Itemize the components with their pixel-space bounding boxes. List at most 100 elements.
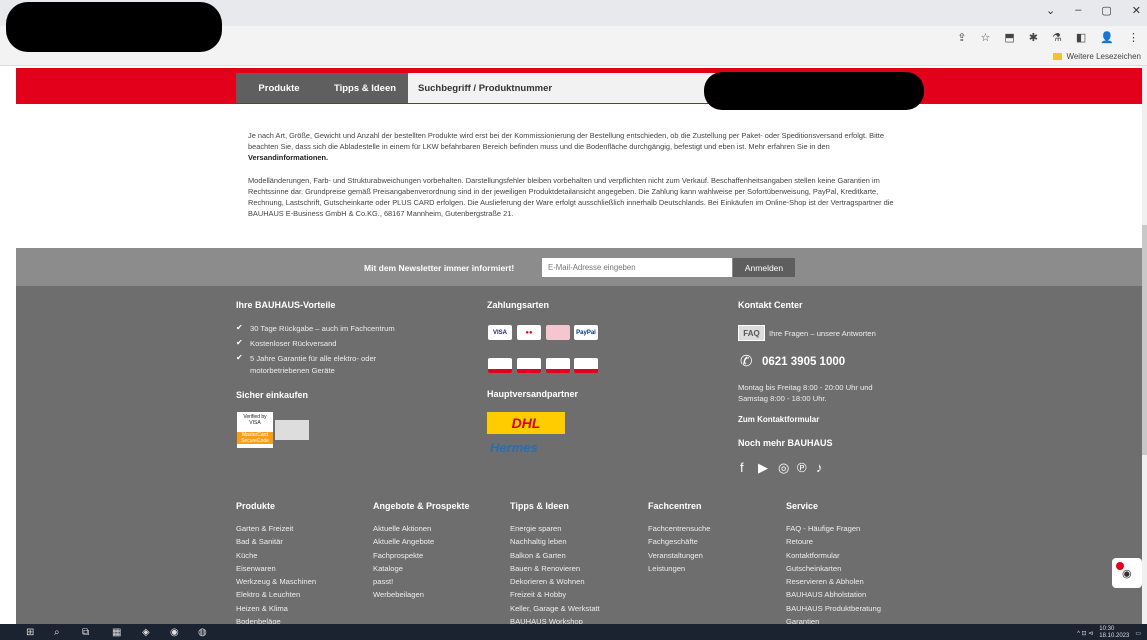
footer-link[interactable]: Freizeit & Hobby <box>510 588 600 601</box>
legal-info: Modelländerungen, Farb- und Strukturabwe… <box>248 176 894 218</box>
footer-link[interactable]: Aktuelle Aktionen <box>373 522 434 535</box>
mastercard-icon: ●● <box>517 325 541 340</box>
footer-link[interactable]: Kataloge <box>373 562 434 575</box>
shipping-info-text: Je nach Art, Größe, Gewicht und Anzahl d… <box>248 131 884 151</box>
footer-link[interactable]: Eisenwaren <box>236 562 316 575</box>
minimize-button[interactable]: – <box>1075 4 1081 17</box>
app-icon[interactable]: ◈ <box>142 627 150 638</box>
footer-link[interactable]: Bad & Sanitär <box>236 535 316 548</box>
tab-search-icon[interactable]: ⌄ <box>1046 4 1055 17</box>
close-button[interactable]: ✕ <box>1132 4 1141 17</box>
maximize-button[interactable]: ▢ <box>1101 4 1111 17</box>
faq-badge[interactable]: FAQ <box>738 325 765 341</box>
footer-link[interactable]: Fachprospekte <box>373 549 434 562</box>
tab-produkte[interactable]: Produkte <box>236 73 322 103</box>
footer-link[interactable]: Garten & Freizeit <box>236 522 316 535</box>
other-bookmarks[interactable]: Weitere Lesezeichen <box>1053 52 1141 61</box>
tiktok-icon[interactable]: ♪ <box>816 460 823 475</box>
menu-icon[interactable]: ⋮ <box>1128 31 1139 44</box>
eye-icon: ◉ <box>1122 568 1132 580</box>
secure-title: Sicher einkaufen <box>236 390 309 400</box>
start-icon[interactable]: ⊞ <box>26 627 34 638</box>
footer-link[interactable]: passt! <box>373 575 434 588</box>
col-list-produkte: Garten & Freizeit Bad & Sanitär Küche Ei… <box>236 522 316 628</box>
clock-date: 18.10.2023 <box>1099 633 1130 639</box>
col-title-service: Service <box>786 501 819 511</box>
footer-link[interactable]: Veranstaltungen <box>648 549 710 562</box>
clock[interactable]: 10:30 18.10.2023 <box>1099 626 1129 640</box>
shipping-info-link[interactable]: Versandinformationen. <box>248 153 328 162</box>
footer-link[interactable]: Heizen & Klima <box>236 602 316 615</box>
footer-link[interactable]: Retoure <box>786 535 881 548</box>
puzzle-icon[interactable]: ✱ <box>1029 31 1038 44</box>
file-explorer-icon[interactable]: ▦ <box>112 627 121 638</box>
footer-link[interactable]: Gutscheinkarten <box>786 562 881 575</box>
newsletter-submit-button[interactable]: Anmelden <box>733 258 795 277</box>
footer-link[interactable]: Werkzeug & Maschinen <box>236 575 316 588</box>
footer-link[interactable]: Keller, Garage & Werkstatt <box>510 602 600 615</box>
footer-link[interactable]: Leistungen <box>648 562 710 575</box>
footer-link[interactable]: Aktuelle Angebote <box>373 535 434 548</box>
pinterest-icon[interactable]: ℗ <box>797 460 807 475</box>
footer-link[interactable]: Fachcentrensuche <box>648 522 710 535</box>
col-list-tipps: Energie sparen Nachhaltig leben Balkon &… <box>510 522 600 628</box>
youtube-icon[interactable]: ▶ <box>758 460 768 476</box>
footer-link[interactable]: Dekorieren & Wohnen <box>510 575 600 588</box>
col-list-angebote: Aktuelle Aktionen Aktuelle Angebote Fach… <box>373 522 434 602</box>
extension-icon[interactable]: ⬒ <box>1004 31 1014 44</box>
system-tray: ^ ⊡ ⊲ 10:30 18.10.2023 ▭ <box>1077 626 1141 640</box>
footer-link[interactable]: Küche <box>236 549 316 562</box>
search-icon[interactable]: ⌕ <box>54 627 60 638</box>
screen: ⌄ – ▢ ✕ ← → ⇪ ☆ ⬒ ✱ ⚗ ◧ 👤 ⋮ Weitere Lese… <box>0 0 1147 640</box>
newsletter-email-input[interactable] <box>542 258 732 277</box>
check-icon: ✔ <box>236 353 243 362</box>
footer-link[interactable]: Elektro & Leuchten <box>236 588 316 601</box>
col-title-tipps: Tipps & Ideen <box>510 501 569 511</box>
tab-tipps-ideen[interactable]: Tipps & Ideen <box>322 73 408 103</box>
scrollbar-thumb[interactable] <box>1142 225 1147 455</box>
contact-form-link[interactable]: Zum Kontaktformular <box>738 415 819 424</box>
other-bookmarks-label: Weitere Lesezeichen <box>1066 52 1141 61</box>
newsletter-label: Mit dem Newsletter immer informiert! <box>364 263 515 273</box>
notification-icon[interactable]: ▭ <box>1135 630 1141 637</box>
instagram-icon[interactable]: ◎ <box>778 460 789 476</box>
profile-icon[interactable]: 👤 <box>1100 31 1114 44</box>
edge-icon[interactable]: ◉ <box>170 627 179 638</box>
footer-link[interactable]: BAUHAUS Abholstation <box>786 588 881 601</box>
more-bauhaus-title: Noch mehr BAUHAUS <box>738 438 833 448</box>
visa-badge-text: Verified by VISA <box>243 414 267 426</box>
vorteil-item: Kostenloser Rückversand <box>250 339 337 348</box>
search-tab[interactable]: Suchbegriff / Produktnummer <box>408 73 752 103</box>
phone-number[interactable]: 0621 3905 1000 <box>762 356 845 368</box>
check-icon: ✔ <box>236 338 243 347</box>
vorteile-title: Ihre BAUHAUS-Vorteile <box>236 300 336 310</box>
giftcard-icon <box>546 358 570 373</box>
footer-link[interactable]: Reservieren & Abholen <box>786 575 881 588</box>
share-icon[interactable]: ⇪ <box>957 31 966 44</box>
secure-site-badge <box>275 420 309 440</box>
footer-link[interactable]: Kontaktformular <box>786 549 881 562</box>
task-view-icon[interactable]: ⧉ <box>82 627 89 638</box>
klarna-icon <box>546 325 570 340</box>
tray-icons[interactable]: ^ ⊡ ⊲ <box>1077 630 1093 637</box>
footer-link[interactable]: Balkon & Garten <box>510 549 600 562</box>
footer-link[interactable]: FAQ - Häufige Fragen <box>786 522 881 535</box>
col-list-fachcentren: Fachcentrensuche Fachgeschäfte Veranstal… <box>648 522 710 575</box>
chrome-icon[interactable]: ◍ <box>198 627 207 638</box>
window-controls: ⌄ – ▢ ✕ <box>1046 4 1141 17</box>
faq-text[interactable]: Ihre Fragen – unsere Antworten <box>769 328 876 340</box>
facebook-icon[interactable]: f <box>740 460 744 475</box>
zahlung-title: Zahlungsarten <box>487 300 550 310</box>
footer-link[interactable]: Werbebeilagen <box>373 588 434 601</box>
footer-link[interactable]: Fachgeschäfte <box>648 535 710 548</box>
phone-icon: ✆ <box>740 353 753 370</box>
footer-link[interactable]: BAUHAUS Produktberatung <box>786 602 881 615</box>
footer-link[interactable]: Bauen & Renovieren <box>510 562 600 575</box>
footer-link[interactable]: Nachhaltig leben <box>510 535 600 548</box>
sidepanel-icon[interactable]: ◧ <box>1076 31 1086 44</box>
lab-icon[interactable]: ⚗ <box>1052 31 1062 44</box>
partner-title: Hauptversandpartner <box>487 389 579 399</box>
footer-link[interactable]: Energie sparen <box>510 522 600 535</box>
bookmark-star-icon[interactable]: ☆ <box>981 31 991 44</box>
shipping-info: Je nach Art, Größe, Gewicht und Anzahl d… <box>248 130 908 163</box>
